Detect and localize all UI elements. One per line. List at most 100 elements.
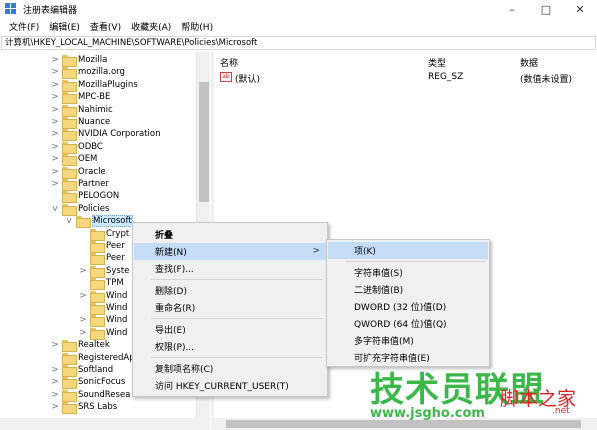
- close-button[interactable]: ✕: [563, 0, 597, 18]
- tree-item[interactable]: > Partner: [50, 178, 109, 191]
- list-item[interactable]: ab (默认) REG_SZ (数值未设置): [214, 71, 597, 85]
- tree-item[interactable]: > SonicFocus: [50, 376, 125, 390]
- chevron-right-icon[interactable]: >: [50, 117, 60, 127]
- menu-permissions[interactable]: 权限(P)...: [134, 338, 326, 355]
- tree-item-label: Wind: [106, 315, 128, 326]
- tree-item[interactable]: > Softland: [50, 364, 113, 377]
- menu-new[interactable]: 新建(N) >: [134, 243, 326, 260]
- chevron-right-icon[interactable]: >: [78, 291, 88, 301]
- tree-item[interactable]: Wind: [78, 302, 128, 315]
- tree-item-label: Wind: [106, 303, 128, 313]
- menu-rename[interactable]: 重命名(R): [134, 299, 326, 316]
- tree-item[interactable]: RegisteredAp: [50, 352, 135, 365]
- tree-horizontal-scrollbar[interactable]: [0, 418, 210, 430]
- tree-item[interactable]: > SRS Labs: [50, 401, 117, 415]
- tree-item[interactable]: > Realtek: [50, 339, 110, 353]
- tree-item[interactable]: > ODBC: [50, 141, 103, 154]
- tree-item[interactable]: TPM: [78, 277, 124, 291]
- tree-item[interactable]: > Nahimic: [50, 104, 113, 117]
- tree-item-label: MPC-BE: [78, 92, 111, 103]
- folder-icon: [62, 129, 77, 142]
- scroll-thumb[interactable]: [199, 82, 209, 202]
- tree-item[interactable]: > Mozilla: [50, 54, 107, 67]
- tree-item[interactable]: Peer: [78, 252, 125, 266]
- menu-separator: [151, 279, 323, 280]
- submenu-multi-string-value[interactable]: 多字符串值(M): [328, 332, 488, 349]
- tree-item[interactable]: Crypt: [78, 228, 129, 241]
- menu-favorites[interactable]: 收藏夹(A): [126, 20, 176, 33]
- folder-icon: [62, 92, 77, 105]
- tree-item[interactable]: > mozilla.org: [50, 66, 125, 80]
- chevron-right-icon[interactable]: >: [78, 315, 88, 325]
- menu-delete[interactable]: 删除(D): [134, 282, 326, 299]
- chevron-right-icon[interactable]: >: [50, 167, 60, 177]
- chevron-right-icon[interactable]: >: [50, 129, 60, 139]
- tree-item[interactable]: > Nuance: [50, 116, 110, 129]
- menu-collapse[interactable]: 折叠: [134, 226, 326, 243]
- tree-item-label: Microsoft: [92, 215, 133, 228]
- chevron-right-icon[interactable]: >: [50, 390, 60, 400]
- tree-item[interactable]: > Wind: [78, 314, 128, 328]
- menu-goto-hkcu[interactable]: 访问 HKEY_CURRENT_USER(T): [134, 377, 326, 394]
- tree-item-label: Peer: [106, 241, 125, 251]
- submenu-qword-value[interactable]: QWORD (64 位)值(Q): [328, 315, 488, 332]
- submenu-string-value[interactable]: 字符串值(S): [328, 264, 488, 281]
- tree-item-label: ODBC: [78, 141, 103, 152]
- chevron-right-icon[interactable]: >: [50, 179, 60, 189]
- tree-item[interactable]: > Wind: [78, 327, 127, 340]
- column-name-header[interactable]: 名称: [220, 56, 238, 69]
- column-data-header[interactable]: 数据: [520, 56, 538, 69]
- chevron-right-icon[interactable]: >: [50, 55, 60, 65]
- chevron-right-icon[interactable]: >: [50, 402, 60, 412]
- chevron-right-icon[interactable]: >: [78, 266, 88, 276]
- chevron-right-icon[interactable]: >: [50, 92, 60, 102]
- menu-copy-key-name[interactable]: 复制项名称(C): [134, 360, 326, 377]
- context-menu: 折叠 新建(N) > 查找(F)... 删除(D) 重命名(R) 导出(E) 权…: [132, 222, 328, 397]
- submenu-binary-value[interactable]: 二进制值(B): [328, 281, 488, 298]
- tree-item[interactable]: > SoundResea: [50, 389, 131, 402]
- column-type-header[interactable]: 类型: [428, 56, 446, 69]
- tree-item-label: Peer: [106, 253, 125, 264]
- tree-item[interactable]: > NVIDIA Corporation: [50, 128, 160, 142]
- tree-item[interactable]: PELOGON: [50, 190, 120, 204]
- submenu-dword-value[interactable]: DWORD (32 位)值(D): [328, 298, 488, 315]
- chevron-right-icon[interactable]: >: [50, 105, 60, 115]
- chevron-right-icon[interactable]: >: [50, 154, 60, 164]
- folder-icon: [76, 216, 91, 229]
- chevron-right-icon[interactable]: >: [50, 365, 60, 375]
- minimize-button[interactable]: –: [495, 0, 529, 18]
- tree-item-label: PELOGON: [78, 191, 120, 202]
- menu-view[interactable]: 查看(V): [85, 20, 126, 33]
- tree-item[interactable]: v Policies: [50, 203, 109, 216]
- folder-icon: [90, 315, 105, 328]
- chevron-down-icon[interactable]: v: [64, 216, 74, 226]
- chevron-right-icon[interactable]: >: [50, 340, 60, 350]
- chevron-down-icon[interactable]: v: [50, 204, 60, 214]
- tree-item[interactable]: > OEM: [50, 153, 97, 167]
- tree-item[interactable]: > Wind: [78, 290, 127, 303]
- tree-item-label: TPM: [106, 278, 124, 289]
- tree-item[interactable]: > Syste: [78, 265, 129, 278]
- tree-item[interactable]: > MozillaPlugins: [50, 79, 138, 92]
- chevron-right-icon[interactable]: >: [50, 377, 60, 387]
- tree-item[interactable]: Peer: [78, 240, 125, 253]
- chevron-right-icon[interactable]: >: [50, 80, 60, 90]
- tree-item-label: SoundResea: [78, 389, 131, 400]
- chevron-right-icon[interactable]: >: [50, 67, 60, 77]
- chevron-right-icon[interactable]: >: [50, 142, 60, 152]
- menu-export[interactable]: 导出(E): [134, 321, 326, 338]
- maximize-button[interactable]: □: [529, 0, 563, 18]
- tree-item[interactable]: > MPC-BE: [50, 91, 111, 105]
- folder-icon: [62, 166, 77, 179]
- menu-file[interactable]: 文件(F): [4, 20, 44, 33]
- menu-edit[interactable]: 编辑(E): [44, 20, 85, 33]
- menu-help[interactable]: 帮助(H): [176, 20, 218, 33]
- chevron-right-icon[interactable]: >: [78, 328, 88, 338]
- menu-find[interactable]: 查找(F)...: [134, 260, 326, 277]
- address-bar[interactable]: 计算机\HKEY_LOCAL_MACHINE\SOFTWARE\Policies…: [1, 36, 596, 50]
- folder-icon: [62, 154, 77, 167]
- value-data: (数值未设置): [520, 75, 573, 85]
- submenu-key[interactable]: 项(K): [328, 242, 488, 259]
- tree-item[interactable]: v Microsoft: [64, 215, 133, 229]
- tree-item[interactable]: > Oracle: [50, 166, 106, 179]
